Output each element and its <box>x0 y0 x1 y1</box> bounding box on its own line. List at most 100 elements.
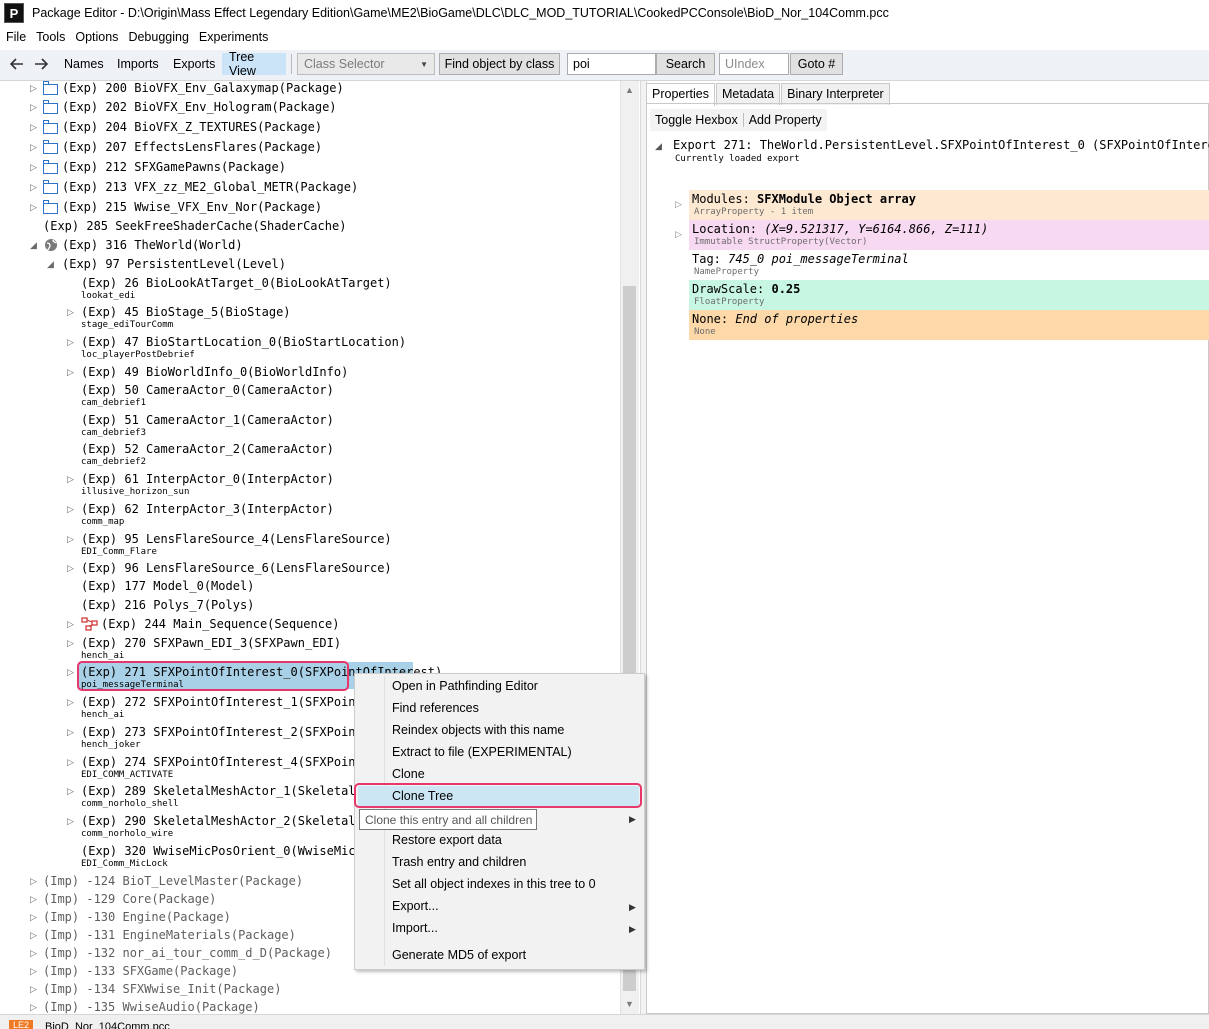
menu-item-open-in-pathfinding-editor[interactable]: Open in Pathfinding Editor <box>392 679 538 693</box>
expand-arrow-icon[interactable]: ▷ <box>30 984 37 995</box>
tree-row[interactable]: (Exp) 320 WwiseMicPosOrient_0(WwiseMicPo… <box>81 844 377 858</box>
tree-row[interactable]: (Exp) 177 Model_0(Model) <box>81 579 254 593</box>
tree-row[interactable]: (Exp) 96 LensFlareSource_6(LensFlareSour… <box>81 561 392 575</box>
expand-arrow-icon[interactable]: ▷ <box>30 142 37 153</box>
names-button[interactable]: Names <box>58 53 110 75</box>
collapse-arrow-icon[interactable]: ◢ <box>30 240 37 251</box>
tab-binary-interpreter[interactable]: Binary Interpreter <box>781 83 890 105</box>
menu-tools[interactable]: Tools <box>31 30 70 44</box>
scroll-down-icon[interactable]: ▼ <box>625 999 634 1009</box>
property-row[interactable]: ▷ Modules: SFXModule Object array ArrayPro… <box>675 190 1209 220</box>
exports-button[interactable]: Exports <box>167 53 221 75</box>
tree-row[interactable]: (Exp) 202 BioVFX_Env_Hologram(Package) <box>62 100 337 114</box>
add-property-button[interactable]: Add Property <box>744 113 827 127</box>
tree-row[interactable]: (Exp) 274 SFXPointOfInterest_4(SFXPointO… <box>81 755 377 769</box>
expand-arrow-icon[interactable]: ▷ <box>30 162 37 173</box>
tree-row[interactable]: (Imp) -133 SFXGame(Package) <box>43 964 238 978</box>
expand-arrow-icon[interactable]: ▷ <box>30 966 37 977</box>
menu-item-trash-entry-and-children[interactable]: Trash entry and children <box>392 855 526 869</box>
tree-row[interactable]: (Exp) 289 SkeletalMeshActor_1(SkeletalMe… <box>81 784 377 798</box>
scroll-up-icon[interactable]: ▲ <box>625 85 634 95</box>
expand-arrow-icon[interactable]: ▷ <box>67 563 74 574</box>
tree-row[interactable]: (Exp) 26 BioLookAtTarget_0(BioLookAtTarg… <box>81 276 392 290</box>
tree-row[interactable]: (Imp) -135 WwiseAudio(Package) <box>43 1000 260 1014</box>
tree-row[interactable]: (Exp) 244 Main_Sequence(Sequence) <box>101 617 339 631</box>
tree-row[interactable]: (Exp) 285 SeekFreeShaderCache(ShaderCach… <box>43 219 346 233</box>
expand-arrow-icon[interactable]: ▷ <box>30 894 37 905</box>
tree-row[interactable]: (Exp) 51 CameraActor_1(CameraActor) <box>81 413 334 427</box>
tree-view-button[interactable]: Tree View <box>222 50 286 78</box>
tree-row[interactable]: (Exp) 49 BioWorldInfo_0(BioWorldInfo) <box>81 365 348 379</box>
tree-row[interactable]: (Exp) 273 SFXPointOfInterest_2(SFXPointO… <box>81 725 377 739</box>
tree-row[interactable]: (Imp) -132 nor_ai_tour_comm_d_D(Package) <box>43 946 332 960</box>
back-button[interactable] <box>7 53 27 75</box>
expand-arrow-icon[interactable]: ▷ <box>67 816 74 827</box>
property-row[interactable]: Tag: 745_0 poi_messageTerminal NameProper… <box>689 250 1209 280</box>
property-expand-icon[interactable]: ▷ <box>675 199 682 210</box>
expand-arrow-icon[interactable]: ▷ <box>30 948 37 959</box>
expand-arrow-icon[interactable]: ▷ <box>30 876 37 887</box>
tree-row[interactable]: (Exp) 215 Wwise_VFX_Env_Nor(Package) <box>62 200 322 214</box>
tree-row[interactable]: (Exp) 47 BioStartLocation_0(BioStartLoca… <box>81 335 406 349</box>
find-by-class-button[interactable]: Find object by class <box>439 53 560 75</box>
expand-arrow-icon[interactable]: ▷ <box>67 727 74 738</box>
menu-debugging[interactable]: Debugging <box>123 30 193 44</box>
expand-arrow-icon[interactable]: ▷ <box>30 122 37 133</box>
tree-row[interactable]: (Exp) 270 SFXPawn_EDI_3(SFXPawn_EDI) <box>81 636 341 650</box>
menu-item-restore-export-data[interactable]: Restore export data <box>392 833 502 847</box>
expand-arrow-icon[interactable]: ▷ <box>67 786 74 797</box>
tree-row[interactable]: (Exp) 62 InterpActor_3(InterpActor) <box>81 502 334 516</box>
tree-row[interactable]: (Imp) -134 SFXWwise_Init(Package) <box>43 982 281 996</box>
tree-row[interactable]: (Exp) 316 TheWorld(World) <box>62 238 243 252</box>
forward-button[interactable] <box>31 53 51 75</box>
expand-arrow-icon[interactable]: ▷ <box>67 757 74 768</box>
menu-item-reindex-objects-with-this-name[interactable]: Reindex objects with this name <box>392 723 564 737</box>
expand-arrow-icon[interactable]: ▷ <box>30 182 37 193</box>
tree-row[interactable]: (Exp) 200 BioVFX_Env_Galaxymap(Package) <box>62 81 344 95</box>
tree-row[interactable]: (Exp) 204 BioVFX_Z_TEXTURES(Package) <box>62 120 322 134</box>
export-expand-arrow-icon[interactable]: ◢ <box>655 141 662 152</box>
property-row[interactable]: ▷ Location: (X=9.521317, Y=6164.866, Z=11… <box>675 220 1209 250</box>
expand-arrow-icon[interactable]: ▷ <box>30 83 37 94</box>
imports-button[interactable]: Imports <box>111 53 165 75</box>
menu-item-set-all-object-indexes-in-this-tree-to-0[interactable]: Set all object indexes in this tree to 0 <box>392 877 596 891</box>
expand-arrow-icon[interactable]: ▷ <box>30 202 37 213</box>
tree-row[interactable]: (Exp) 213 VFX_zz_ME2_Global_METR(Package… <box>62 180 358 194</box>
tree-row[interactable]: (Exp) 216 Polys_7(Polys) <box>81 598 254 612</box>
tree-row[interactable]: (Exp) 97 PersistentLevel(Level) <box>62 257 286 271</box>
menu-item-clone[interactable]: Clone <box>392 767 425 781</box>
search-input[interactable]: poi <box>567 53 656 75</box>
expand-arrow-icon[interactable]: ▷ <box>30 102 37 113</box>
tree-row[interactable]: (Imp) -130 Engine(Package) <box>43 910 231 924</box>
expand-arrow-icon[interactable]: ▷ <box>67 337 74 348</box>
property-row[interactable]: None: End of properties None <box>689 310 1209 340</box>
tree-row[interactable]: (Exp) 52 CameraActor_2(CameraActor) <box>81 442 334 456</box>
tree-row[interactable]: (Exp) 212 SFXGamePawns(Package) <box>62 160 286 174</box>
search-button[interactable]: Search <box>656 53 715 75</box>
tree-row[interactable]: (Exp) 45 BioStage_5(BioStage) <box>81 305 291 319</box>
tree-row[interactable]: (Exp) 50 CameraActor_0(CameraActor) <box>81 383 334 397</box>
tree-row[interactable]: (Exp) 290 SkeletalMeshActor_2(SkeletalMe… <box>81 814 377 828</box>
property-expand-icon[interactable]: ▷ <box>675 229 682 240</box>
expand-arrow-icon[interactable]: ▷ <box>67 638 74 649</box>
menu-item-find-references[interactable]: Find references <box>392 701 479 715</box>
menu-item-export[interactable]: Export... <box>392 899 439 913</box>
collapse-arrow-icon[interactable]: ◢ <box>47 259 54 270</box>
expand-arrow-icon[interactable]: ▷ <box>67 534 74 545</box>
tree-row[interactable]: (Exp) 272 SFXPointOfInterest_1(SFXPointO… <box>81 695 377 709</box>
goto-button[interactable]: Goto # <box>790 53 843 75</box>
toggle-hexbox-button[interactable]: Toggle Hexbox <box>650 113 744 127</box>
uindex-input[interactable]: UIndex <box>719 53 789 75</box>
expand-arrow-icon[interactable]: ▷ <box>67 307 74 318</box>
tree-row[interactable]: (Imp) -124 BioT_LevelMaster(Package) <box>43 874 303 888</box>
tab-metadata[interactable]: Metadata <box>715 83 781 105</box>
menu-file[interactable]: File <box>1 30 31 44</box>
tree-row[interactable]: (Imp) -129 Core(Package) <box>43 892 216 906</box>
tree-row[interactable]: (Exp) 61 InterpActor_0(InterpActor) <box>81 472 334 486</box>
expand-arrow-icon[interactable]: ▷ <box>30 930 37 941</box>
tree-row[interactable]: (Exp) 95 LensFlareSource_4(LensFlareSour… <box>81 532 392 546</box>
menu-item-import[interactable]: Import... <box>392 921 438 935</box>
class-selector-dropdown[interactable]: Class Selector ▼ <box>297 53 435 75</box>
tree-row[interactable]: (Imp) -131 EngineMaterials(Package) <box>43 928 296 942</box>
expand-arrow-icon[interactable]: ▷ <box>67 697 74 708</box>
